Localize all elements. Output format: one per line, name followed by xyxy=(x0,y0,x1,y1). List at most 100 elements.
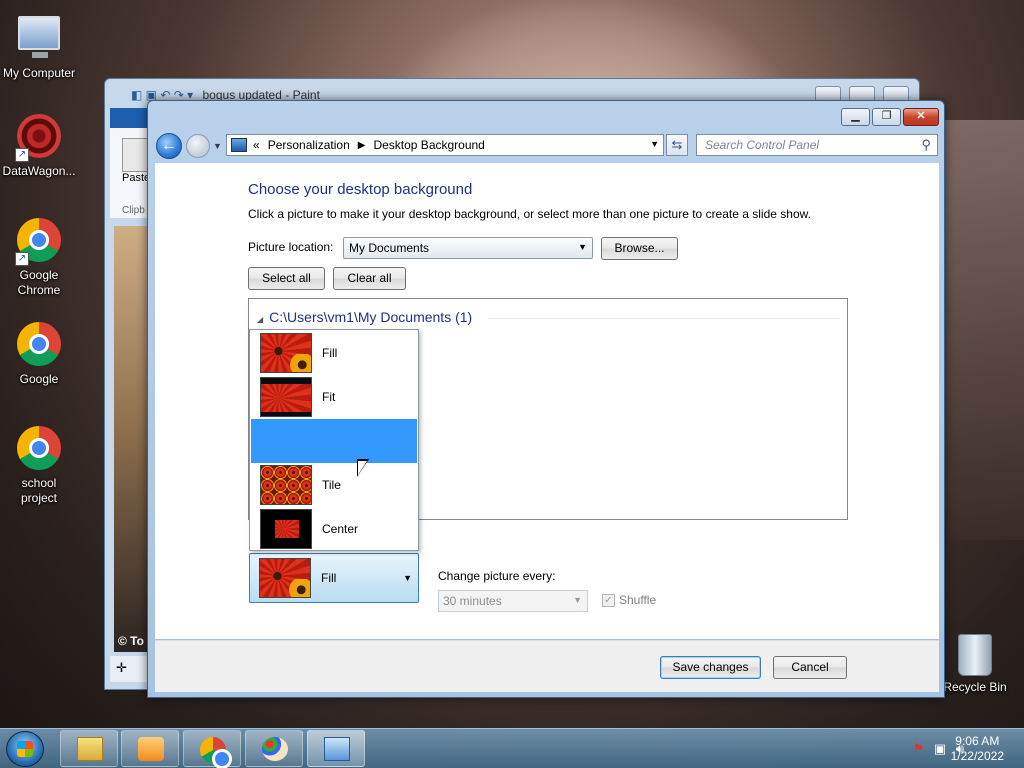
chrome-icon: ↗ xyxy=(15,218,63,266)
folder-icon xyxy=(77,737,103,761)
desktop-icon-label: Recycle Bin xyxy=(943,680,1007,694)
chrome-icon xyxy=(15,426,63,474)
position-option-label: Fill xyxy=(322,346,338,360)
taskbar-control-panel-button[interactable] xyxy=(307,730,365,767)
media-player-icon xyxy=(138,737,164,761)
refresh-button[interactable]: ⇆ xyxy=(666,134,688,156)
position-option-highlighted[interactable] xyxy=(251,419,417,463)
change-picture-interval-select[interactable]: 30 minutes ▼ xyxy=(438,590,588,612)
control-panel-icon xyxy=(324,737,350,761)
taskbar-media-player-button[interactable] xyxy=(121,730,179,767)
desktop-icon-datawagon[interactable]: ↗ DataWagon... xyxy=(0,112,78,179)
cancel-button[interactable]: Cancel xyxy=(773,656,847,679)
taskbar-clock[interactable]: 9:06 AM 1/22/2022 xyxy=(951,734,1004,764)
control-panel-icon xyxy=(231,138,247,152)
close-button[interactable]: ✕ xyxy=(903,108,939,126)
picture-position-select[interactable]: Fill ▼ xyxy=(249,553,419,603)
chevron-down-icon: ▼ xyxy=(578,242,587,252)
gallery-group-divider xyxy=(489,318,839,319)
desktop-icon-google[interactable]: Google xyxy=(0,320,78,387)
datawagon-icon: ↗ xyxy=(15,114,63,162)
desktop-icon-my-computer[interactable]: My Computer xyxy=(0,10,78,81)
desktop-icon-school-project[interactable]: school project xyxy=(0,424,78,506)
picture-location-select[interactable]: My Documents ▼ xyxy=(343,237,593,259)
gallery-group-label: C:\Users\vm1\My Documents (1) xyxy=(269,309,473,325)
forward-button[interactable] xyxy=(186,134,210,158)
change-picture-value: 30 minutes xyxy=(443,594,502,608)
back-button[interactable]: ← xyxy=(156,133,182,159)
select-all-button[interactable]: Select all xyxy=(248,267,325,290)
checkmark-icon: ✓ xyxy=(602,593,615,607)
shortcut-arrow-icon: ↗ xyxy=(15,252,29,266)
position-option-center[interactable]: Center xyxy=(251,507,417,551)
taskbar-explorer-button[interactable] xyxy=(60,730,118,767)
maximize-button[interactable]: ❐ xyxy=(872,108,901,126)
picture-position-dropdown-list[interactable]: Fill Fit Tile Center xyxy=(249,329,419,551)
minimize-button[interactable]: ▁ xyxy=(841,108,870,126)
position-option-fit[interactable]: Fit xyxy=(251,375,417,419)
tile-preview-icon xyxy=(260,465,312,505)
paint-status-bar: ✛ xyxy=(110,656,150,682)
breadcrumb-personalization[interactable]: Personalization xyxy=(268,138,350,152)
center-preview-icon xyxy=(260,509,312,549)
paste-label: Paste xyxy=(122,172,151,184)
recycle-bin-icon xyxy=(951,634,999,678)
chevron-down-icon: ▼ xyxy=(573,595,582,605)
breadcrumb-separator-icon[interactable]: ▶ xyxy=(358,140,366,151)
shortcut-arrow-icon: ↗ xyxy=(15,148,29,162)
search-input[interactable]: Search Control Panel ⚲ xyxy=(696,134,938,156)
fill-preview-icon xyxy=(260,333,312,373)
action-center-flag-icon[interactable]: ⚑ xyxy=(913,741,925,756)
desktop-icon-label: school project xyxy=(20,476,58,505)
clear-all-button[interactable]: Clear all xyxy=(333,267,406,290)
chrome-icon xyxy=(15,322,63,370)
gallery-group-header[interactable]: ◢ C:\Users\vm1\My Documents (1) xyxy=(257,309,472,325)
paint-menu-button[interactable] xyxy=(110,108,148,128)
clock-date: 1/22/2022 xyxy=(950,749,1004,763)
chrome-icon xyxy=(200,737,232,768)
chevron-down-icon: ▼ xyxy=(403,573,412,583)
fill-preview-icon xyxy=(259,558,311,598)
picture-location-value: My Documents xyxy=(349,241,430,255)
taskbar: ⚑ ▣ 🔊︎ 9:06 AM 1/22/2022 xyxy=(0,728,1024,768)
shuffle-checkbox[interactable]: ✓ Shuffle xyxy=(602,593,656,607)
change-picture-label: Change picture every: xyxy=(438,569,556,583)
paste-icon[interactable] xyxy=(122,138,148,172)
position-option-label: Fit xyxy=(322,390,336,404)
address-bar[interactable]: « Personalization ▶ Desktop Background ▼ xyxy=(226,134,664,156)
picture-location-label: Picture location: xyxy=(248,240,334,254)
position-option-tile[interactable]: Tile xyxy=(251,463,417,507)
taskbar-paint-button[interactable] xyxy=(245,730,303,767)
browse-button[interactable]: Browse... xyxy=(601,237,678,260)
search-placeholder: Search Control Panel xyxy=(705,138,820,152)
fit-preview-icon xyxy=(260,377,312,417)
taskbar-chrome-button[interactable] xyxy=(183,730,241,768)
position-option-fill[interactable]: Fill xyxy=(251,331,417,375)
page-description: Click a picture to make it your desktop … xyxy=(248,207,811,221)
recent-pages-dropdown[interactable]: ▼ xyxy=(213,141,222,151)
save-changes-button[interactable]: Save changes xyxy=(660,656,761,679)
desktop-icon-google-chrome[interactable]: ↗ Google Chrome xyxy=(0,216,78,298)
address-overflow-chevron[interactable]: « xyxy=(253,138,260,152)
desktop-background-window[interactable]: ▁ ❐ ✕ ← ▼ « Personalization ▶ Desktop Ba… xyxy=(147,100,945,698)
collapse-triangle-icon[interactable]: ◢ xyxy=(257,315,263,324)
desktop-icon-label: My Computer xyxy=(2,66,76,80)
desktop-icon-label: Google xyxy=(19,372,59,386)
picture-position-value: Fill xyxy=(321,571,337,585)
paint-canvas[interactable]: © To xyxy=(114,226,150,652)
breadcrumb-desktop-background[interactable]: Desktop Background xyxy=(373,138,484,152)
network-icon[interactable]: ▣ xyxy=(934,741,946,756)
clipboard-group-label: Clipb xyxy=(122,205,145,216)
start-button[interactable] xyxy=(6,731,44,767)
canvas-text: © To xyxy=(118,634,144,648)
desktop-icon-label: DataWagon... xyxy=(2,164,76,178)
dialog-footer: Save changes Cancel xyxy=(155,640,939,692)
position-option-label: Tile xyxy=(322,478,341,492)
desktop-icon-recycle-bin[interactable]: Recycle Bin xyxy=(936,630,1014,695)
computer-icon xyxy=(15,16,63,64)
search-icon[interactable]: ⚲ xyxy=(921,137,931,153)
address-dropdown-icon[interactable]: ▼ xyxy=(650,139,659,149)
page-title: Choose your desktop background xyxy=(248,181,473,198)
position-option-label: Center xyxy=(322,522,359,536)
paint-palette-icon xyxy=(262,737,288,761)
